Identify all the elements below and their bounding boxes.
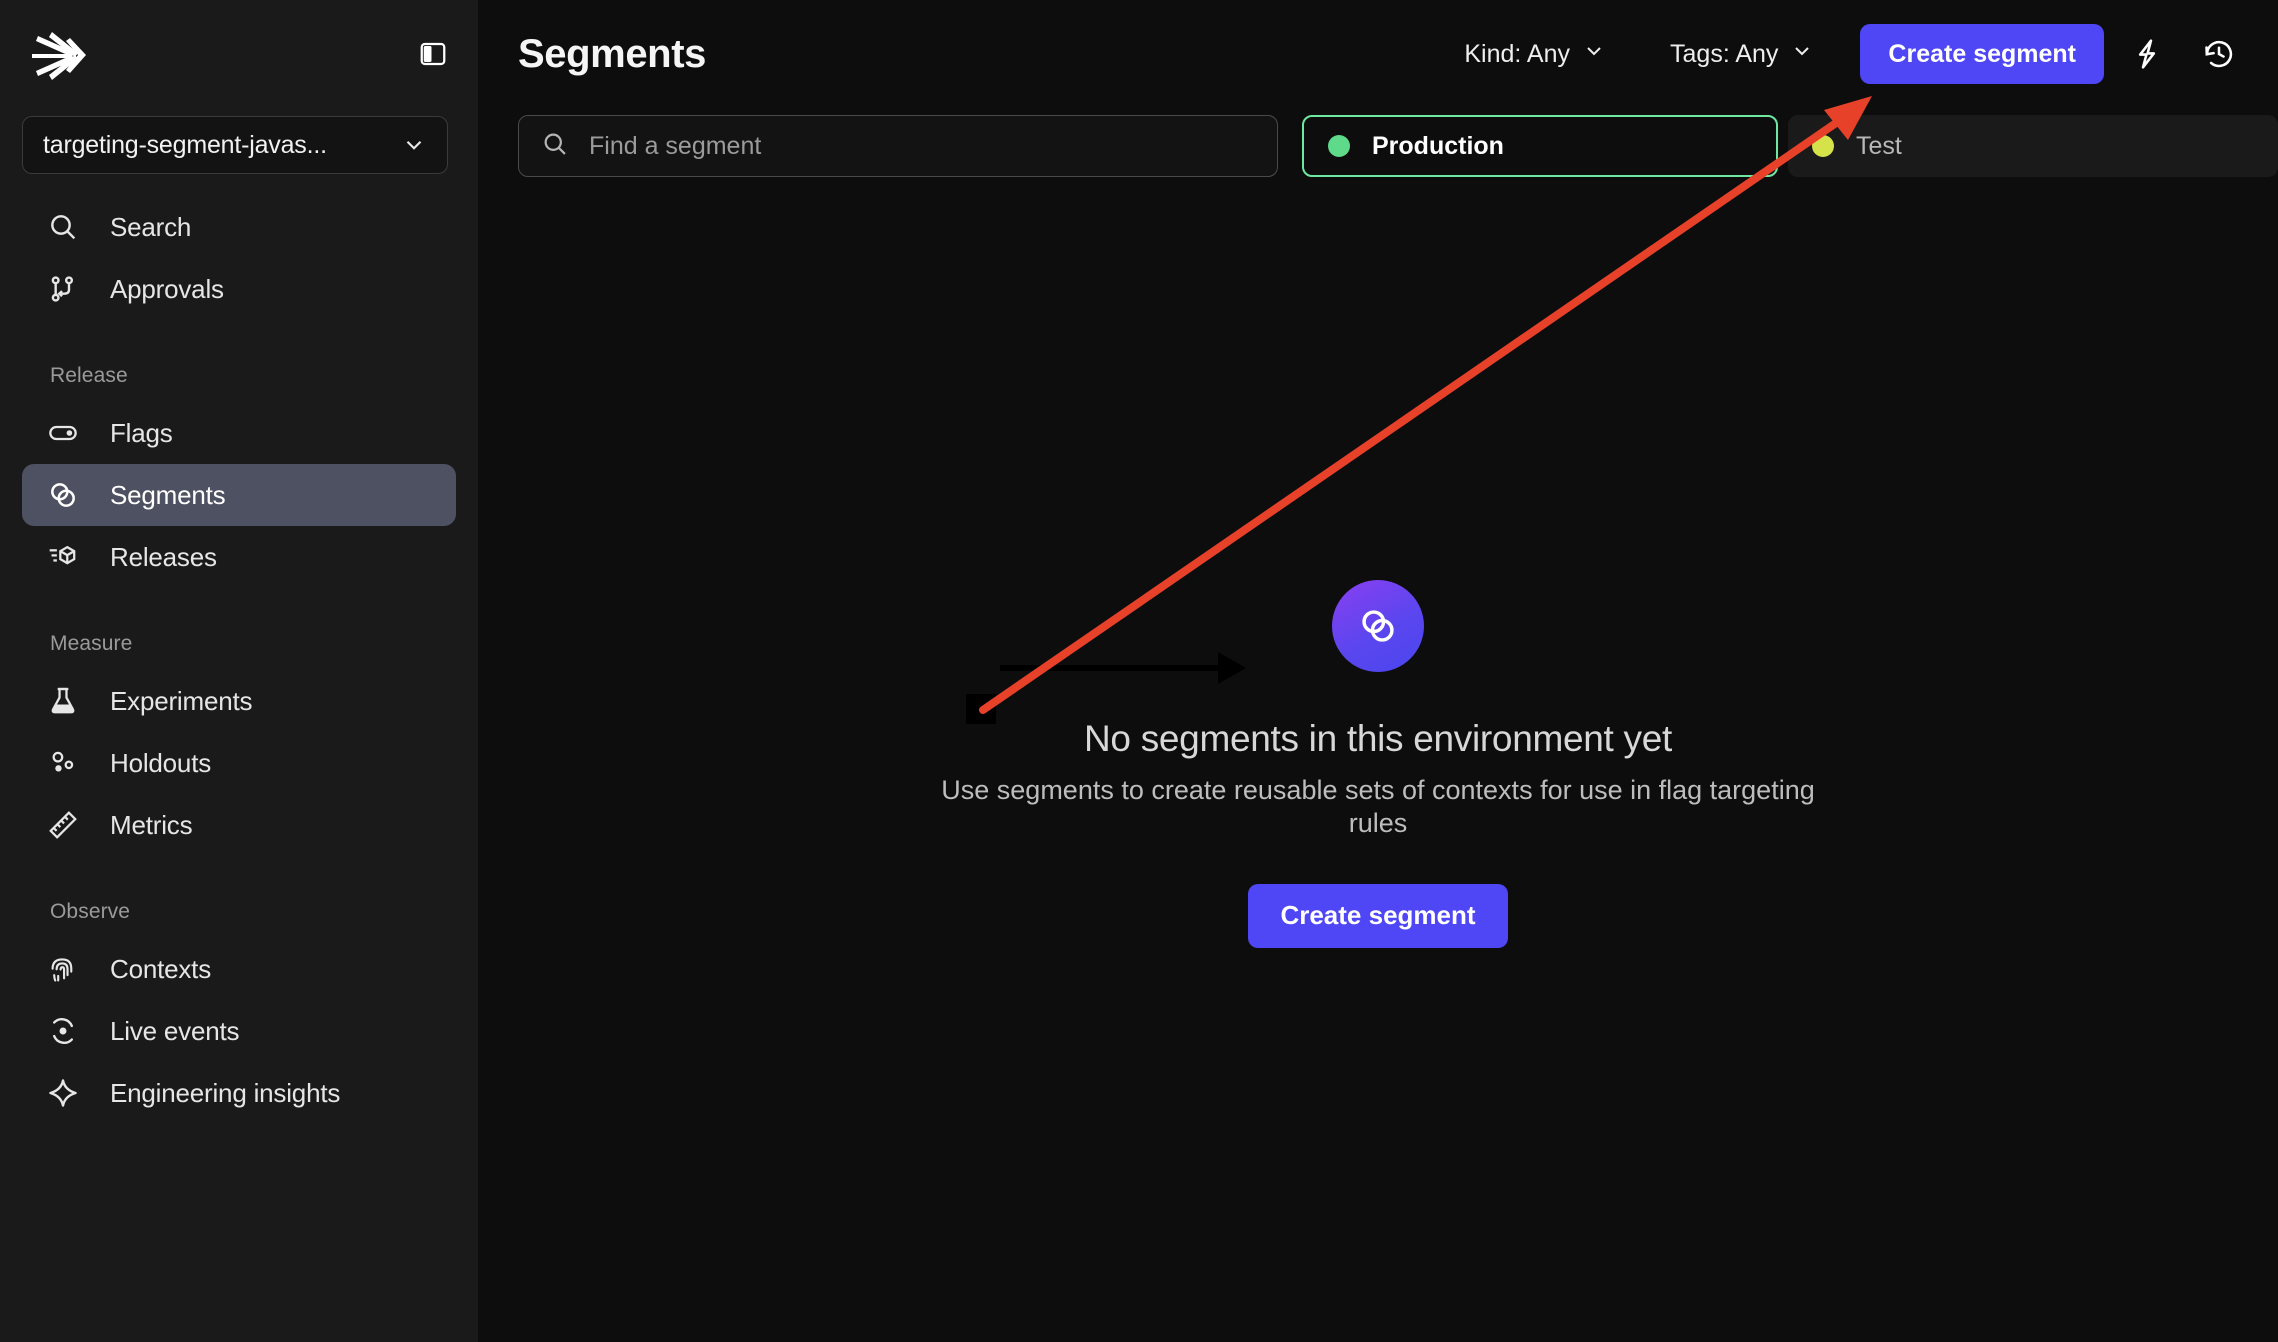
segments-icon — [44, 476, 82, 514]
sidebar: targeting-segment-javas... Search Approv… — [0, 0, 478, 1342]
search-icon — [541, 130, 569, 163]
launchdarkly-logo-icon[interactable] — [28, 26, 92, 82]
chevron-down-icon — [1582, 39, 1606, 70]
project-name: targeting-segment-javas... — [43, 130, 327, 159]
environment-status-dot — [1812, 135, 1834, 157]
sidebar-item-live-events[interactable]: Live events — [22, 1000, 456, 1062]
environment-tab-production[interactable]: Production — [1302, 115, 1778, 177]
sparkle-icon — [44, 1074, 82, 1112]
environment-tab-label: Production — [1372, 131, 1504, 160]
sidebar-item-flags[interactable]: Flags — [22, 402, 456, 464]
sidebar-item-label: Metrics — [110, 809, 193, 840]
create-segment-button-empty-state[interactable]: Create segment — [1248, 883, 1508, 948]
kind-filter-label: Kind: Any — [1464, 39, 1571, 68]
tags-filter[interactable]: Tags: Any — [1652, 29, 1832, 80]
segments-filter-row: Production Test — [478, 108, 2278, 184]
sidebar-section-measure: Measure — [50, 632, 133, 655]
sidebar-item-holdouts[interactable]: Holdouts — [22, 732, 456, 794]
search-icon — [44, 208, 82, 246]
search-segment-box[interactable] — [518, 115, 1278, 177]
sidebar-item-approvals[interactable]: Approvals — [22, 258, 456, 320]
empty-state-title: No segments in this environment yet — [1084, 718, 1672, 759]
ruler-icon — [44, 806, 82, 844]
releases-cube-icon — [44, 538, 82, 576]
kind-filter[interactable]: Kind: Any — [1446, 29, 1624, 80]
sidebar-item-engineering-insights[interactable]: Engineering insights — [22, 1062, 456, 1124]
sidebar-item-releases[interactable]: Releases — [22, 526, 456, 588]
sidebar-item-experiments[interactable]: Experiments — [22, 670, 456, 732]
sidebar-item-contexts[interactable]: Contexts — [22, 938, 456, 1000]
sidebar-item-label: Search — [110, 211, 192, 242]
sidebar-section-release: Release — [50, 364, 128, 387]
lightning-bolt-icon[interactable] — [2118, 25, 2176, 83]
approvals-icon — [44, 270, 82, 308]
sidebar-item-label: Holdouts — [110, 747, 212, 778]
history-clock-icon[interactable] — [2190, 25, 2248, 83]
create-segment-button-header[interactable]: Create segment — [1860, 24, 2104, 84]
sidebar-header — [0, 0, 478, 108]
sidebar-item-segments[interactable]: Segments — [22, 464, 456, 526]
project-selector[interactable]: targeting-segment-javas... — [22, 116, 448, 174]
flask-icon — [44, 682, 82, 720]
sidebar-item-label: Approvals — [110, 273, 224, 304]
sidebar-item-label: Engineering insights — [110, 1077, 341, 1108]
main-content: Segments Kind: Any Tags: Any Create segm… — [478, 0, 2278, 1342]
sidebar-item-metrics[interactable]: Metrics — [22, 794, 456, 856]
sidebar-item-label: Flags — [110, 417, 173, 448]
search-input[interactable] — [589, 131, 1255, 161]
sidebar-item-label: Live events — [110, 1015, 240, 1046]
header-actions: Kind: Any Tags: Any Create segment — [1446, 24, 2248, 84]
chevron-down-icon — [1790, 39, 1814, 70]
environment-status-dot — [1328, 135, 1350, 157]
segments-icon — [1332, 580, 1424, 672]
sidebar-item-label: Releases — [110, 541, 217, 572]
fingerprint-icon — [44, 950, 82, 988]
tags-filter-label: Tags: Any — [1670, 39, 1779, 68]
sidebar-section-observe: Observe — [50, 900, 131, 923]
toggle-icon — [44, 414, 82, 452]
holdouts-icon — [44, 744, 82, 782]
sidebar-item-label: Experiments — [110, 685, 253, 716]
environment-tab-test[interactable]: Test — [1788, 115, 2278, 177]
page-header: Segments Kind: Any Tags: Any Create segm… — [478, 0, 2278, 108]
empty-state: No segments in this environment yet Use … — [478, 580, 2278, 948]
page-title: Segments — [518, 31, 706, 76]
sidebar-item-label: Contexts — [110, 953, 212, 984]
empty-state-description: Use segments to create reusable sets of … — [941, 775, 1815, 838]
live-events-icon — [44, 1012, 82, 1050]
sidebar-nav: Search Approvals Release Flags Segments … — [0, 196, 478, 1124]
environment-tabs: Production Test — [1302, 115, 2278, 177]
sidebar-item-search[interactable]: Search — [22, 196, 456, 258]
chevron-down-icon — [401, 132, 427, 158]
app-root: targeting-segment-javas... Search Approv… — [0, 0, 2278, 1342]
sidebar-item-label: Segments — [110, 479, 226, 510]
environment-tab-label: Test — [1856, 131, 1902, 160]
sidebar-toggle-icon[interactable] — [416, 37, 450, 71]
